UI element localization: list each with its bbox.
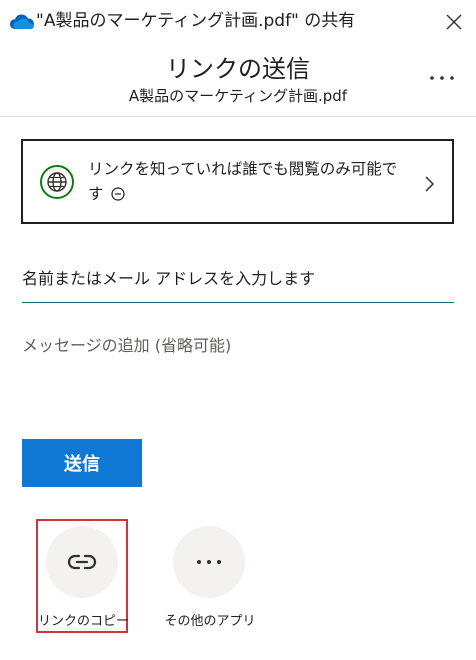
other-apps-circle: [173, 526, 245, 598]
close-icon[interactable]: [440, 8, 468, 36]
copy-link-label: リンクのコピー: [38, 614, 130, 629]
title-bar: "A製品のマーケティング計画.pdf" の共有: [0, 0, 476, 44]
recipients-input[interactable]: [22, 265, 454, 291]
window-title: "A製品のマーケティング計画.pdf" の共有: [36, 11, 356, 31]
file-name: A製品のマーケティング計画.pdf: [128, 87, 348, 105]
onedrive-cloud-icon: [10, 14, 34, 29]
header-divider: [0, 116, 476, 117]
link-settings-button[interactable]: リンクを知っていれば誰でも閲覧のみ可能で す: [21, 139, 454, 224]
message-field: [22, 335, 454, 405]
recipients-field: [22, 255, 454, 303]
link-icon: [67, 554, 97, 570]
message-input[interactable]: [22, 335, 454, 395]
copy-link-option[interactable]: リンクのコピー: [36, 519, 130, 633]
link-settings-line1: リンクを知っていれば誰でも閲覧のみ可能で: [88, 160, 398, 178]
minus-circle-icon: [111, 187, 126, 201]
other-apps-option[interactable]: その他のアプリ: [160, 519, 260, 633]
link-settings-line2: す: [88, 185, 104, 203]
chevron-right-icon: [425, 176, 435, 192]
other-apps-label: その他のアプリ: [164, 614, 256, 629]
page-title: リンクの送信: [166, 55, 310, 83]
more-options-icon[interactable]: [420, 62, 464, 92]
link-settings-description: リンクを知っていれば誰でも閲覧のみ可能で す: [88, 157, 408, 207]
copy-link-circle: [46, 526, 118, 598]
send-button[interactable]: 送信: [22, 439, 142, 487]
globe-icon: [40, 165, 74, 199]
more-apps-icon: [197, 560, 221, 564]
